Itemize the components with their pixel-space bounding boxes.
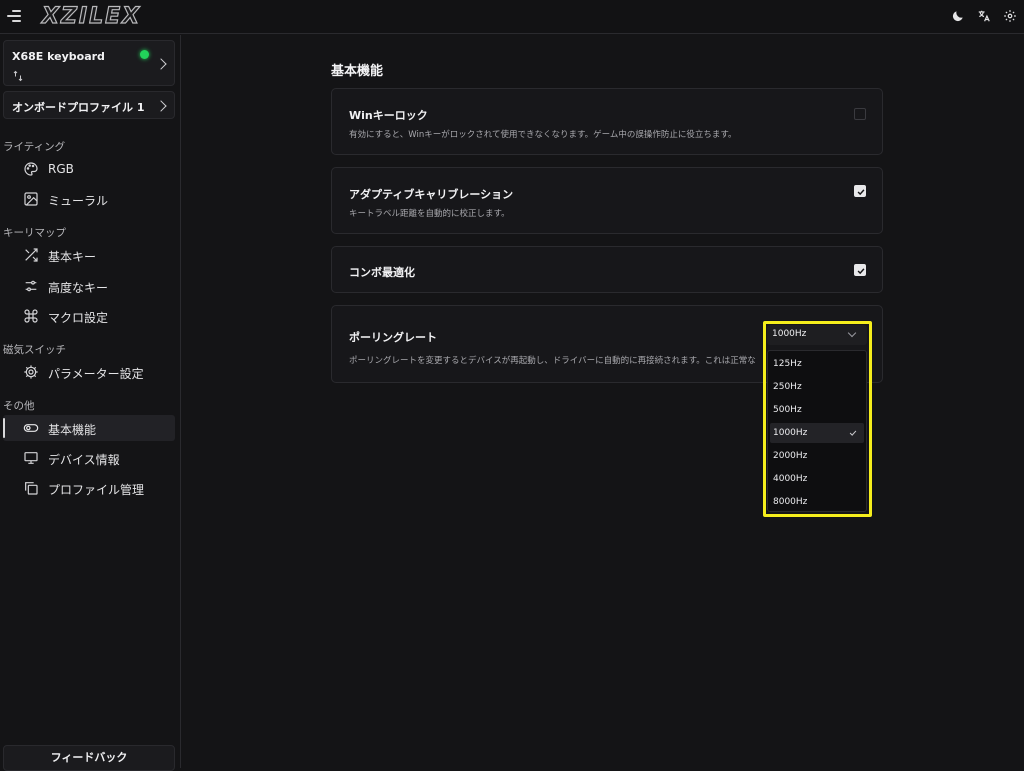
option-8000hz[interactable]: 8000Hz xyxy=(770,492,864,512)
option-125hz[interactable]: 125Hz xyxy=(770,354,864,374)
gear-icon xyxy=(24,365,38,379)
sidebar-item-mural[interactable]: ミューラル xyxy=(3,186,175,212)
setting-title: ポーリングレート xyxy=(349,331,437,344)
menu-icon[interactable] xyxy=(7,10,21,22)
option-500hz[interactable]: 500Hz xyxy=(770,400,864,420)
sidebar-item-label: ミューラル xyxy=(48,194,109,208)
sidebar-item-macro[interactable]: マクロ設定 xyxy=(3,303,175,329)
setting-title: アダプティブキャリブレーション xyxy=(349,188,514,201)
feedback-button[interactable]: フィードバック xyxy=(3,745,175,771)
option-label: 1000Hz xyxy=(773,428,808,438)
sidebar-item-label: パラメーター設定 xyxy=(48,367,144,381)
check-icon xyxy=(857,189,865,196)
sidebar-item-parameters[interactable]: パラメーター設定 xyxy=(3,359,175,385)
section-heading-lighting: ライティング xyxy=(3,141,66,153)
sidebar-item-label: マクロ設定 xyxy=(48,311,109,325)
device-card[interactable]: X68E keyboard xyxy=(3,40,175,86)
setting-card-win-lock: Winキーロック 有効にすると、Winキーがロックされて使用できなくなります。ゲ… xyxy=(331,88,883,155)
sidebar: X68E keyboard オンボードプロファイル 1 ライティング RGB ミ… xyxy=(0,35,181,771)
setting-card-adaptive-calibration: アダプティブキャリブレーション キートラベル距離を自動的に校正します。 xyxy=(331,167,883,234)
sidebar-item-basic-functions[interactable]: 基本機能 xyxy=(3,415,175,441)
setting-description: 有効にすると、Winキーがロックされて使用できなくなります。ゲーム中の誤操作防止… xyxy=(349,130,737,140)
monitor-icon xyxy=(24,452,38,464)
option-4000hz[interactable]: 4000Hz xyxy=(770,469,864,489)
page-title: 基本機能 xyxy=(331,64,384,79)
sidebar-item-basic-keys[interactable]: 基本キー xyxy=(3,242,175,268)
adaptive-calibration-checkbox[interactable] xyxy=(854,185,866,197)
option-label: 125Hz xyxy=(773,359,802,369)
section-heading-keyremap: キーリマップ xyxy=(3,227,66,239)
copy-icon xyxy=(25,482,38,495)
setting-card-combo-optimization: コンボ最適化 xyxy=(331,246,883,293)
sidebar-item-rgb[interactable]: RGB xyxy=(3,156,175,182)
profile-label: オンボードプロファイル 1 xyxy=(12,101,145,114)
section-heading-other: その他 xyxy=(3,400,35,412)
option-label: 250Hz xyxy=(773,382,802,392)
status-dot xyxy=(140,50,149,59)
sidebar-item-label: デバイス情報 xyxy=(48,453,120,467)
setting-description: ポーリングレートを変更するとデバイスが再起動し、ドライバーに自動的に再接続されま… xyxy=(349,356,756,366)
translate-icon[interactable] xyxy=(976,8,992,24)
sidebar-item-label: 基本キー xyxy=(48,250,97,264)
sliders-icon xyxy=(25,280,37,292)
polling-rate-dropdown: 125Hz 250Hz 500Hz 1000Hz 2000Hz 4000Hz 8… xyxy=(767,350,867,512)
win-lock-checkbox[interactable] xyxy=(854,108,866,120)
sidebar-item-label: 高度なキー xyxy=(48,281,109,295)
option-250hz[interactable]: 250Hz xyxy=(770,377,864,397)
top-bar: XZILEX xyxy=(0,0,1024,34)
check-icon xyxy=(849,430,857,436)
option-1000hz[interactable]: 1000Hz xyxy=(770,423,864,443)
settings-icon[interactable] xyxy=(1002,8,1018,24)
chevron-right-icon xyxy=(155,100,167,112)
toggle-icon xyxy=(23,424,39,432)
sidebar-item-device-info[interactable]: デバイス情報 xyxy=(3,445,175,471)
profile-selector[interactable]: オンボードプロファイル 1 xyxy=(3,91,175,119)
option-label: 500Hz xyxy=(773,405,802,415)
moon-icon[interactable] xyxy=(950,8,966,24)
sidebar-item-advanced-keys[interactable]: 高度なキー xyxy=(3,273,175,299)
option-2000hz[interactable]: 2000Hz xyxy=(770,446,864,466)
polling-rate-value: 1000Hz xyxy=(772,329,807,339)
sidebar-item-label: 基本機能 xyxy=(48,423,97,437)
shuffle-icon xyxy=(25,248,38,262)
option-label: 4000Hz xyxy=(773,474,808,484)
sidebar-item-profile-management[interactable]: プロファイル管理 xyxy=(3,475,175,501)
section-heading-magnetic: 磁気スイッチ xyxy=(3,344,66,356)
combo-optimization-checkbox[interactable] xyxy=(854,264,866,276)
device-name: X68E keyboard xyxy=(12,50,105,63)
sidebar-item-label: RGB xyxy=(48,162,74,176)
chevron-right-icon xyxy=(155,58,167,70)
polling-rate-select[interactable]: 1000Hz xyxy=(767,325,867,345)
connection-icon xyxy=(12,67,24,86)
check-icon xyxy=(857,268,865,275)
palette-icon xyxy=(24,162,38,176)
setting-description: キートラベル距離を自動的に校正します。 xyxy=(349,209,510,219)
sidebar-item-label: プロファイル管理 xyxy=(48,483,145,497)
image-icon xyxy=(24,192,38,206)
setting-title: コンボ最適化 xyxy=(349,266,415,279)
app-logo: XZILEX xyxy=(41,3,142,29)
chevron-down-icon xyxy=(847,328,857,338)
command-icon xyxy=(24,309,38,323)
option-label: 2000Hz xyxy=(773,451,808,461)
setting-title: Winキーロック xyxy=(349,109,428,122)
option-label: 8000Hz xyxy=(773,497,808,507)
